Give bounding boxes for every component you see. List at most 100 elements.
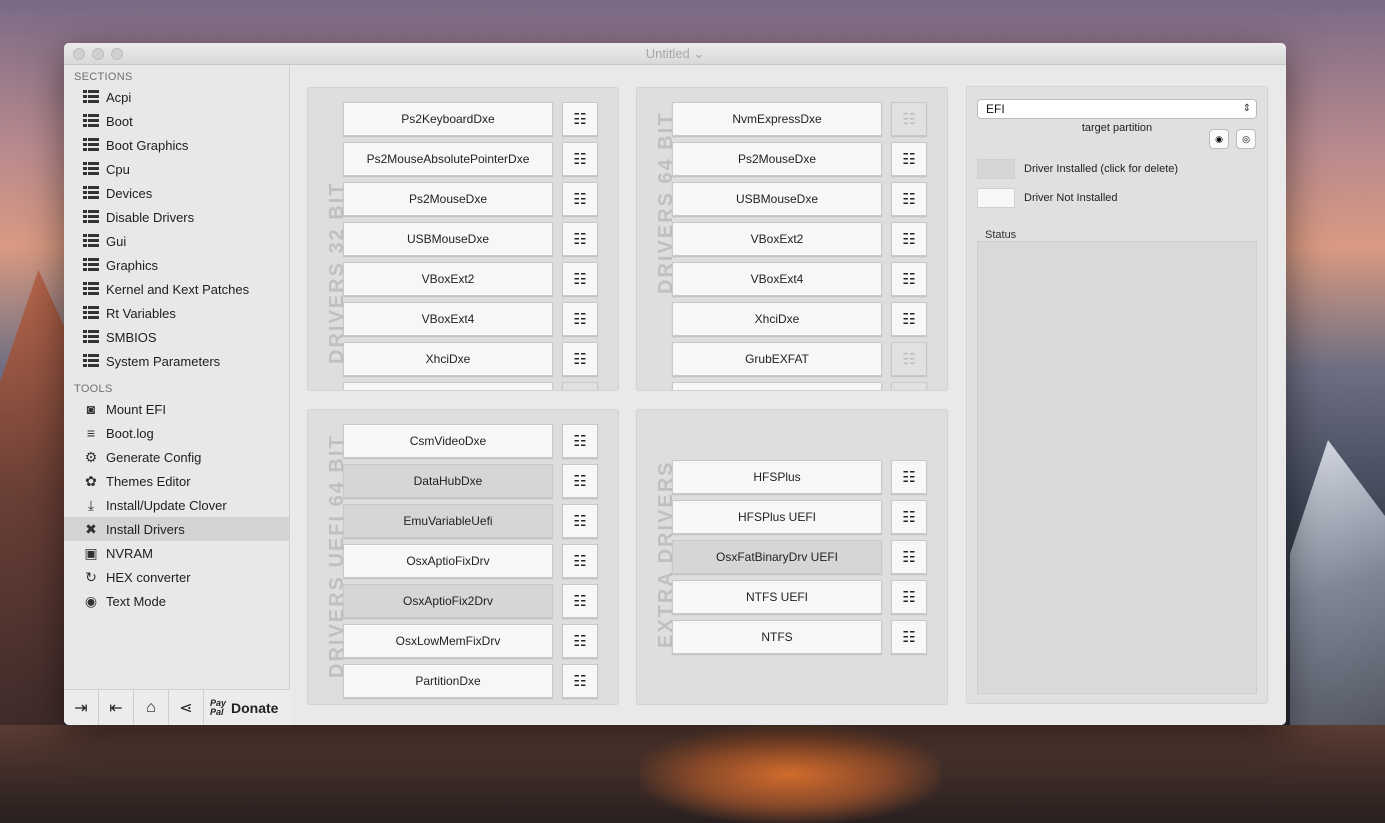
sidebar-tool-text-mode[interactable]: ◉ Text Mode [64, 589, 289, 613]
driver-info-button[interactable]: ☷ [562, 142, 598, 176]
sidebar-section-graphics[interactable]: Graphics [64, 253, 289, 277]
driver-button[interactable]: GrubEXFAT [672, 342, 882, 376]
driver-button[interactable]: EmuVariableUefi [343, 504, 553, 538]
driver-button[interactable]: Ps2MouseAbsolutePointerDxe [343, 142, 553, 176]
driver-info-button[interactable]: ☷ [562, 544, 598, 578]
book-icon: ☷ [573, 593, 587, 610]
chevron-updown-icon: ⇕ [1242, 103, 1251, 114]
driver-info-button[interactable]: ☷ [891, 302, 927, 336]
driver-info-button[interactable]: ☷ [562, 464, 598, 498]
sidebar-tool-install-drivers[interactable]: ✖ Install Drivers [64, 517, 289, 541]
share-button[interactable]: ⋖ [169, 689, 204, 725]
driver-info-button[interactable]: ☷ [562, 102, 598, 136]
driver-button[interactable]: HFSPlus UEFI [672, 500, 882, 534]
refresh-partition-button[interactable]: ◉ [1209, 129, 1229, 149]
sidebar-section-kernel-and-kext-patches[interactable]: Kernel and Kext Patches [64, 277, 289, 301]
target-partition-select[interactable]: EFI ⇕ [977, 99, 1257, 119]
donate-button[interactable]: Pay Pal Donate [204, 698, 278, 717]
driver-button[interactable]: HFSPlus [672, 460, 882, 494]
sidebar-tool-themes-editor[interactable]: ✿ Themes Editor [64, 469, 289, 493]
driver-button[interactable]: Ps2MouseDxe [343, 182, 553, 216]
export-button[interactable]: ⇤ [99, 689, 134, 725]
driver-button[interactable]: VBoxExt2 [672, 222, 882, 256]
driver-button[interactable]: DataHubDxe [343, 464, 553, 498]
driver-info-button[interactable]: ☷ [562, 302, 598, 336]
driver-info-button[interactable]: ☷ [891, 620, 927, 654]
sidebar-tool-boot-log[interactable]: ≡ Boot.log [64, 421, 289, 445]
list-icon [82, 161, 100, 177]
sidebar-section-gui[interactable]: Gui [64, 229, 289, 253]
sidebar-section-rt-variables[interactable]: Rt Variables [64, 301, 289, 325]
driver-info-button[interactable]: ☷ [562, 584, 598, 618]
driver-row: Ps2MouseDxe ☷ [672, 142, 927, 176]
driver-info-button[interactable]: ☷ [891, 540, 927, 574]
driver-info-button[interactable]: ☷ [891, 500, 927, 534]
driver-button[interactable]: USBMouseDxe [343, 222, 553, 256]
zoom-button[interactable] [111, 48, 123, 60]
driver-info-button[interactable]: ☷ [562, 424, 598, 458]
driver-info-button[interactable]: ☷ [891, 262, 927, 296]
driver-button[interactable]: OsxFatBinaryDrv UEFI [672, 540, 882, 574]
driver-button[interactable]: NTFS [672, 620, 882, 654]
driver-button[interactable]: Ps2KeyboardDxe [343, 102, 553, 136]
driver-info-button[interactable]: ☷ [562, 262, 598, 296]
driver-info-overflow [891, 382, 927, 390]
driver-button[interactable]: VBoxExt4 [343, 302, 553, 336]
book-icon: ☷ [573, 311, 587, 328]
sidebar-section-acpi[interactable]: Acpi [64, 85, 289, 109]
driver-button[interactable]: VBoxExt4 [672, 262, 882, 296]
driver-info-button[interactable]: ☷ [562, 182, 598, 216]
legend-installed-swatch [977, 159, 1015, 179]
driver-info-button[interactable]: ☷ [891, 460, 927, 494]
import-button[interactable]: ⇥ [64, 689, 99, 725]
driver-button[interactable]: XhciDxe [672, 302, 882, 336]
sidebar-item-label: Mount EFI [106, 401, 166, 417]
sidebar: SECTIONS Acpi Boot Boot Graphics Cpu Devices… [64, 65, 290, 725]
driver-button[interactable]: OsxAptioFix2Drv [343, 584, 553, 618]
sidebar-section-boot-graphics[interactable]: Boot Graphics [64, 133, 289, 157]
driver-info-button[interactable]: ☷ [562, 222, 598, 256]
install-options-panel: EFI ⇕ target partition ◉ ◎ Driver Instal… [966, 86, 1268, 704]
driver-button[interactable]: PartitionDxe [343, 664, 553, 698]
driver-info-button[interactable]: ☷ [562, 504, 598, 538]
app-window: Untitled ⌄ SECTIONS Acpi Boot Boot Graphic… [64, 43, 1286, 725]
driver-info-button[interactable]: ☷ [891, 580, 927, 614]
window-title[interactable]: Untitled ⌄ [64, 43, 1286, 65]
driver-info-button[interactable]: ☷ [891, 182, 927, 216]
driver-button[interactable]: USBMouseDxe [672, 182, 882, 216]
sidebar-tool-generate-config[interactable]: ⚙ Generate Config [64, 445, 289, 469]
sidebar-section-cpu[interactable]: Cpu [64, 157, 289, 181]
sidebar-section-disable-drivers[interactable]: Disable Drivers [64, 205, 289, 229]
driver-info-button[interactable]: ☷ [562, 342, 598, 376]
driver-info-button[interactable]: ☷ [891, 142, 927, 176]
home-button[interactable]: ⌂ [134, 689, 169, 725]
driver-row: Ps2KeyboardDxe ☷ [343, 102, 598, 136]
minimize-button[interactable] [92, 48, 104, 60]
sidebar-section-boot[interactable]: Boot [64, 109, 289, 133]
driver-row: VBoxExt4 ☷ [343, 302, 598, 336]
close-button[interactable] [73, 48, 85, 60]
sidebar-tool-mount-efi[interactable]: ◙ Mount EFI [64, 397, 289, 421]
sidebar-section-smbios[interactable]: SMBIOS [64, 325, 289, 349]
list-icon [82, 257, 100, 273]
gears-icon: ⚙ [84, 449, 98, 465]
driver-info-button[interactable]: ☷ [562, 624, 598, 658]
driver-button[interactable]: OsxLowMemFixDrv [343, 624, 553, 658]
sidebar-tool-nvram[interactable]: ▣ NVRAM [64, 541, 289, 565]
titlebar: Untitled ⌄ [64, 43, 1286, 65]
sidebar-section-system-parameters[interactable]: System Parameters [64, 349, 289, 373]
driver-row: NTFS ☷ [672, 620, 927, 654]
sidebar-tool-hex-converter[interactable]: ↻ HEX converter [64, 565, 289, 589]
driver-button[interactable]: NvmExpressDxe [672, 102, 882, 136]
driver-button[interactable]: Ps2MouseDxe [672, 142, 882, 176]
driver-button[interactable]: XhciDxe [343, 342, 553, 376]
driver-info-button[interactable]: ☷ [562, 664, 598, 698]
driver-button[interactable]: VBoxExt2 [343, 262, 553, 296]
open-partition-button[interactable]: ◎ [1236, 129, 1256, 149]
driver-button[interactable]: NTFS UEFI [672, 580, 882, 614]
sidebar-section-devices[interactable]: Devices [64, 181, 289, 205]
sidebar-tool-install-update-clover[interactable]: ⤓ Install/Update Clover [64, 493, 289, 517]
driver-button[interactable]: CsmVideoDxe [343, 424, 553, 458]
driver-info-button[interactable]: ☷ [891, 222, 927, 256]
driver-button[interactable]: OsxAptioFixDrv [343, 544, 553, 578]
